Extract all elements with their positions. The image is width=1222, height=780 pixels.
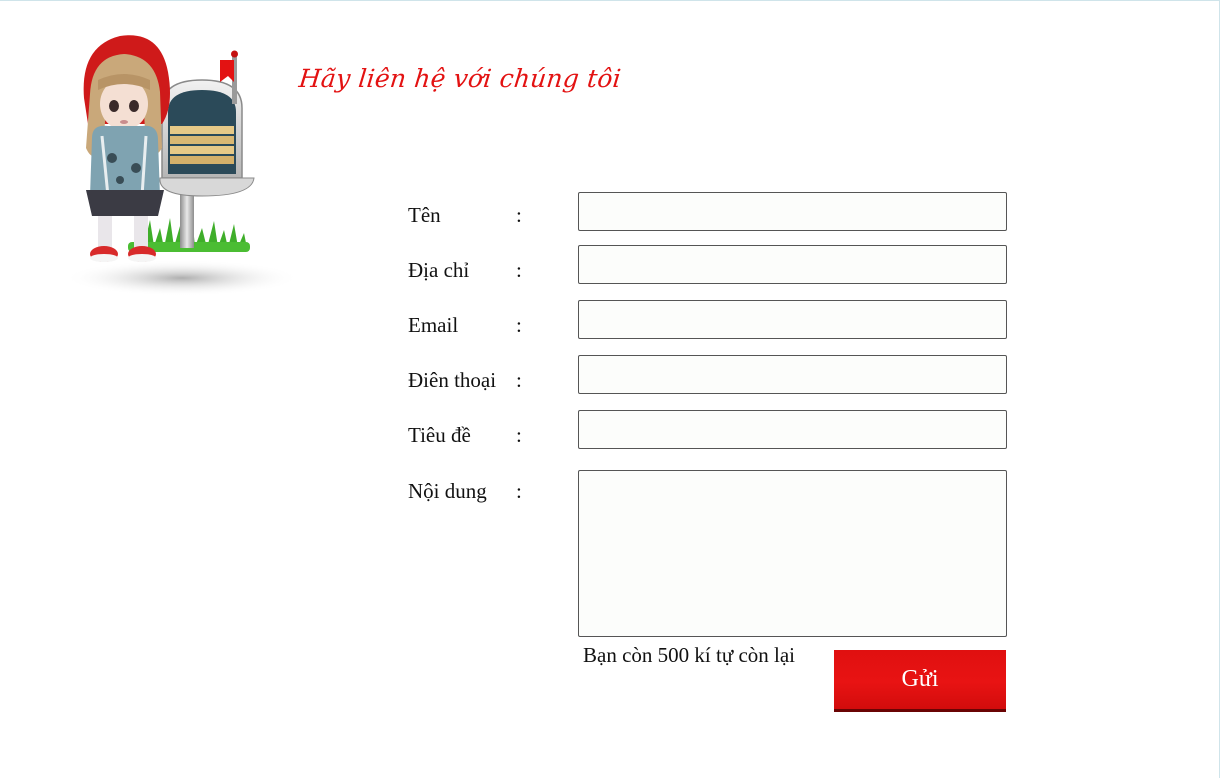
char-counter: Bạn còn 500 kí tự còn lại xyxy=(583,643,796,667)
address-colon: : xyxy=(516,258,522,282)
subject-label: Tiêu đề xyxy=(408,423,471,447)
name-input[interactable] xyxy=(578,192,1007,231)
phone-input[interactable] xyxy=(578,355,1007,394)
doll-mailbox-illustration xyxy=(64,35,300,296)
content-colon: : xyxy=(516,479,522,503)
content-textarea[interactable] xyxy=(578,470,1007,637)
address-label: Địa chỉ xyxy=(408,258,470,282)
address-input[interactable] xyxy=(578,245,1007,284)
page-title: Hãy liên hệ với chúng tôi xyxy=(297,64,623,93)
subject-colon: : xyxy=(516,423,522,447)
email-label: Email xyxy=(408,313,459,337)
name-colon: : xyxy=(516,203,522,227)
subject-input[interactable] xyxy=(578,410,1007,449)
phone-colon: : xyxy=(516,368,522,392)
phone-label: Điên thoại xyxy=(408,368,497,392)
send-button[interactable]: Gửi xyxy=(834,650,1006,712)
name-label: Tên xyxy=(408,203,441,227)
email-input[interactable] xyxy=(578,300,1007,339)
email-colon: : xyxy=(516,313,522,337)
content-label: Nội dung xyxy=(408,479,487,503)
